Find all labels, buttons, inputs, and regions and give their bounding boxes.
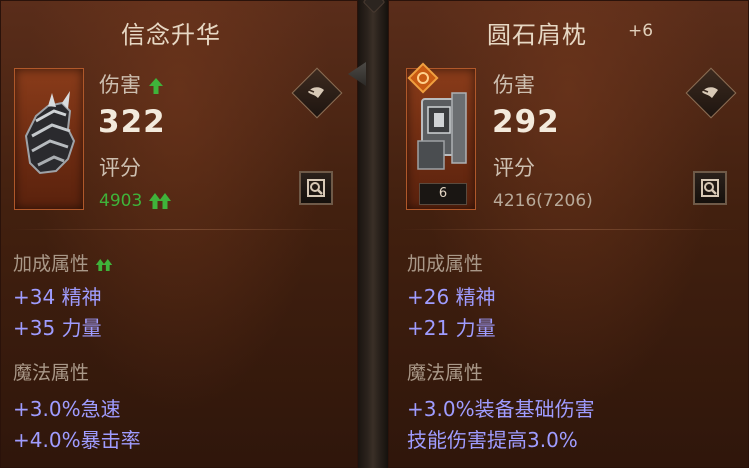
double-up-arrow-icon [148,193,171,209]
bonus-section-title: 加成属性 [407,253,484,275]
rivet [362,0,386,14]
score-value: 4903 [99,191,172,211]
magic-stat: +3.0%急速 [13,397,121,421]
compare-button[interactable] [685,67,737,119]
inspect-icon [701,179,719,197]
item-title: 圆石肩枕 [487,21,587,49]
bonus-section-title: 加成属性 [13,249,113,276]
score-value: 4216(7206) [493,191,593,211]
rank-badge: 6 [419,183,467,205]
score-label: 评分 [493,156,535,180]
damage-label: 伤害 [99,69,164,99]
damage-value: 292 [492,104,560,140]
bonus-stat: +26 精神 [407,285,496,309]
compare-button[interactable] [291,67,343,119]
inspect-button[interactable] [693,171,727,205]
damage-label: 伤害 [493,73,535,97]
gauntlet-icon [24,91,76,175]
up-arrow-icon [148,78,163,94]
damage-value: 322 [98,104,166,140]
shoulder-armor-icon [417,92,467,170]
magic-section-title: 魔法属性 [13,362,90,384]
inspect-button[interactable] [299,171,333,205]
bonus-stat: +35 力量 [13,316,102,340]
item-icon-box[interactable] [14,68,84,210]
compare-icon [693,75,727,109]
divider-line [11,229,349,230]
item-panel-right: 圆石肩枕 +6 6 伤害 292 评分 4216(7206) 加成属性 +26 … [388,0,749,468]
legendary-badge-icon [407,62,439,94]
item-title: 信念升华 [121,21,221,49]
double-up-arrow-icon [95,258,113,271]
bonus-stat: +21 力量 [407,316,496,340]
item-upgrade-level: +6 [628,21,654,41]
panel-divider [348,0,388,468]
magic-section-title: 魔法属性 [407,362,484,384]
magic-stat: +4.0%暴击率 [13,428,141,452]
item-panel-left: 信念升华 伤害 322 评分 4903 加成属性 +34 精神 +35 力量 魔… [0,0,358,468]
score-label: 评分 [99,156,141,180]
item-icon-box[interactable]: 6 [406,62,476,210]
magic-stat: +3.0%装备基础伤害 [407,397,595,421]
inspect-icon [307,179,325,197]
compare-icon [299,75,333,109]
divider-line [399,229,739,230]
bonus-stat: +34 精神 [13,285,102,309]
magic-stat: 技能伤害提高3.0% [407,428,578,452]
